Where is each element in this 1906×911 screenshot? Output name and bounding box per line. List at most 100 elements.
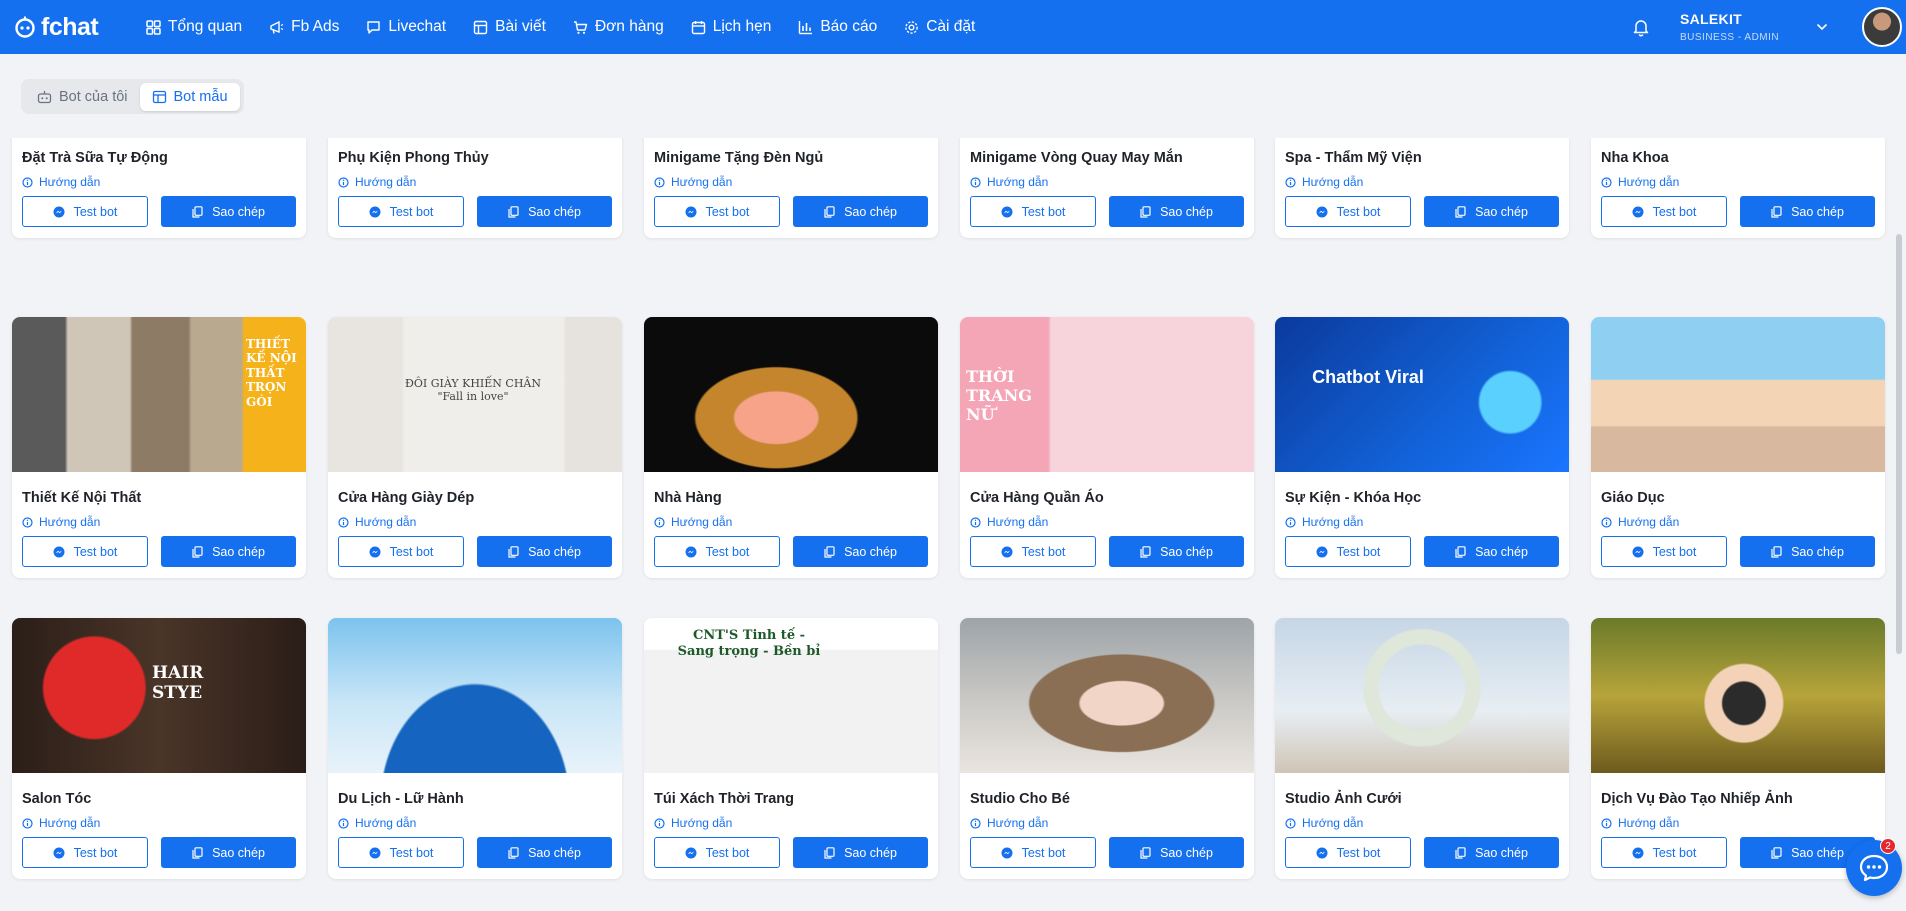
avatar[interactable] xyxy=(1862,7,1902,47)
guide-link[interactable]: Hướng dẫn xyxy=(22,515,100,529)
test-bot-button[interactable]: Test bot xyxy=(1285,196,1411,227)
logo-text: fchat xyxy=(41,12,99,41)
messenger-icon xyxy=(1316,546,1328,557)
guide-link[interactable]: Hướng dẫn xyxy=(1285,515,1363,529)
copy-button[interactable]: Sao chép xyxy=(161,536,296,567)
guide-link[interactable]: Hướng dẫn xyxy=(1601,175,1679,189)
test-bot-button[interactable]: Test bot xyxy=(654,536,780,567)
guide-link[interactable]: Hướng dẫn xyxy=(22,816,100,830)
test-bot-button[interactable]: Test bot xyxy=(970,196,1096,227)
guide-link[interactable]: Hướng dẫn xyxy=(1285,816,1363,830)
copy-button[interactable]: Sao chép xyxy=(1740,196,1875,227)
info-circle-icon xyxy=(22,817,33,829)
template-card: CNT'S Tinh tế - Sang trọng - Bền bỉ Túi X… xyxy=(644,618,938,879)
template-image xyxy=(960,618,1254,773)
copy-button[interactable]: Sao chép xyxy=(1109,536,1244,567)
gear-icon xyxy=(905,20,919,34)
info-circle-icon xyxy=(338,176,349,188)
user-info[interactable]: SALEKIT BUSINESS - ADMIN xyxy=(1680,11,1800,43)
page-scrollbar[interactable] xyxy=(1892,54,1906,911)
main-menu: Tổng quan Fb Ads Livechat Bài viết Đơn h… xyxy=(146,18,1002,36)
copy-button[interactable]: Sao chép xyxy=(477,196,612,227)
copy-button[interactable]: Sao chép xyxy=(793,837,928,868)
test-bot-button[interactable]: Test bot xyxy=(1601,196,1727,227)
test-bot-button[interactable]: Test bot xyxy=(1285,837,1411,868)
test-bot-button[interactable]: Test bot xyxy=(338,196,464,227)
test-bot-button[interactable]: Test bot xyxy=(654,196,780,227)
guide-link[interactable]: Hướng dẫn xyxy=(338,175,416,189)
test-bot-button[interactable]: Test bot xyxy=(22,536,148,567)
guide-link[interactable]: Hướng dẫn xyxy=(1601,816,1679,830)
nav-item-orders[interactable]: Đơn hàng xyxy=(573,18,664,36)
test-bot-button[interactable]: Test bot xyxy=(22,196,148,227)
template-title: Sự Kiện - Khóa Học xyxy=(1285,490,1422,506)
copy-button[interactable]: Sao chép xyxy=(1109,196,1244,227)
guide-link[interactable]: Hướng dẫn xyxy=(970,816,1048,830)
template-title: Salon Tóc xyxy=(22,791,92,807)
guide-link[interactable]: Hướng dẫn xyxy=(338,515,416,529)
copy-button[interactable]: Sao chép xyxy=(1740,536,1875,567)
chevron-down-icon[interactable] xyxy=(1816,23,1828,31)
test-bot-button[interactable]: Test bot xyxy=(338,837,464,868)
test-bot-button[interactable]: Test bot xyxy=(1601,837,1727,868)
chat-icon xyxy=(367,20,381,34)
guide-link[interactable]: Hướng dẫn xyxy=(654,175,732,189)
image-overlay-text: THIẾT KẾ NỘI THẤT TRỌN GÓI xyxy=(246,337,297,409)
copy-button[interactable]: Sao chép xyxy=(1424,196,1559,227)
nav-item-appointments[interactable]: Lịch hẹn xyxy=(691,18,771,36)
test-bot-button[interactable]: Test bot xyxy=(654,837,780,868)
copy-label: Sao chép xyxy=(844,845,897,860)
test-bot-button[interactable]: Test bot xyxy=(1285,536,1411,567)
template-card-body: Spa - Thẩm Mỹ Viện Hướng dẫn Test bot Sao c… xyxy=(1275,150,1569,236)
guide-link[interactable]: Hướng dẫn xyxy=(1601,515,1679,529)
copy-button[interactable]: Sao chép xyxy=(161,837,296,868)
guide-link[interactable]: Hướng dẫn xyxy=(654,816,732,830)
copy-button[interactable]: Sao chép xyxy=(1424,536,1559,567)
guide-link[interactable]: Hướng dẫn xyxy=(970,515,1048,529)
guide-link[interactable]: Hướng dẫn xyxy=(970,175,1048,189)
test-bot-button[interactable]: Test bot xyxy=(970,837,1096,868)
test-bot-button[interactable]: Test bot xyxy=(1601,536,1727,567)
test-bot-button[interactable]: Test bot xyxy=(338,536,464,567)
nav-item-overview[interactable]: Tổng quan xyxy=(146,18,242,36)
copy-button[interactable]: Sao chép xyxy=(793,196,928,227)
guide-label: Hướng dẫn xyxy=(39,816,101,830)
tab-my-bots[interactable]: Bot của tôi xyxy=(25,83,140,111)
info-circle-icon xyxy=(338,817,349,829)
copy-button[interactable]: Sao chép xyxy=(161,196,296,227)
guide-link[interactable]: Hướng dẫn xyxy=(1285,175,1363,189)
info-circle-icon xyxy=(22,176,33,188)
copy-button[interactable]: Sao chép xyxy=(1109,837,1244,868)
copy-button[interactable]: Sao chép xyxy=(1424,837,1559,868)
copy-icon xyxy=(1771,846,1782,859)
template-grid: Đặt Trà Sữa Tự Động Hướng dẫn Test bot Sao … xyxy=(0,138,1892,911)
template-title: Nha Khoa xyxy=(1601,150,1669,166)
copy-button[interactable]: Sao chép xyxy=(793,536,928,567)
guide-link[interactable]: Hướng dẫn xyxy=(22,175,100,189)
template-card-body: Cửa Hàng Giày Dép Hướng dẫn Test bot Sao ch… xyxy=(328,490,622,576)
guide-link[interactable]: Hướng dẫn xyxy=(654,515,732,529)
tab-bot-templates[interactable]: Bot mẫu xyxy=(139,82,240,111)
guide-label: Hướng dẫn xyxy=(39,515,101,529)
guide-link[interactable]: Hướng dẫn xyxy=(338,816,416,830)
template-image xyxy=(1591,317,1885,472)
nav-label: Livechat xyxy=(388,18,447,35)
copy-button[interactable]: Sao chép xyxy=(477,837,612,868)
copy-label: Sao chép xyxy=(1160,845,1213,860)
nav-item-livechat[interactable]: Livechat xyxy=(366,18,446,36)
nav-item-fb-ads[interactable]: Fb Ads xyxy=(269,18,339,36)
fchat-logo[interactable]: fchat xyxy=(14,13,124,42)
scroll-thumb[interactable] xyxy=(1896,234,1902,654)
test-bot-button[interactable]: Test bot xyxy=(22,837,148,868)
nav-item-settings[interactable]: Cài đặt xyxy=(904,18,975,36)
nav-label: Tổng quan xyxy=(168,18,243,35)
messenger-icon xyxy=(369,546,381,557)
nav-item-posts[interactable]: Bài viết xyxy=(473,18,546,36)
copy-button[interactable]: Sao chép xyxy=(477,536,612,567)
messenger-icon xyxy=(1632,206,1644,217)
test-bot-button[interactable]: Test bot xyxy=(970,536,1096,567)
copy-icon xyxy=(508,545,519,558)
messenger-icon xyxy=(53,546,65,557)
nav-item-reports[interactable]: Báo cáo xyxy=(798,18,877,36)
bell-icon[interactable] xyxy=(1632,18,1650,37)
